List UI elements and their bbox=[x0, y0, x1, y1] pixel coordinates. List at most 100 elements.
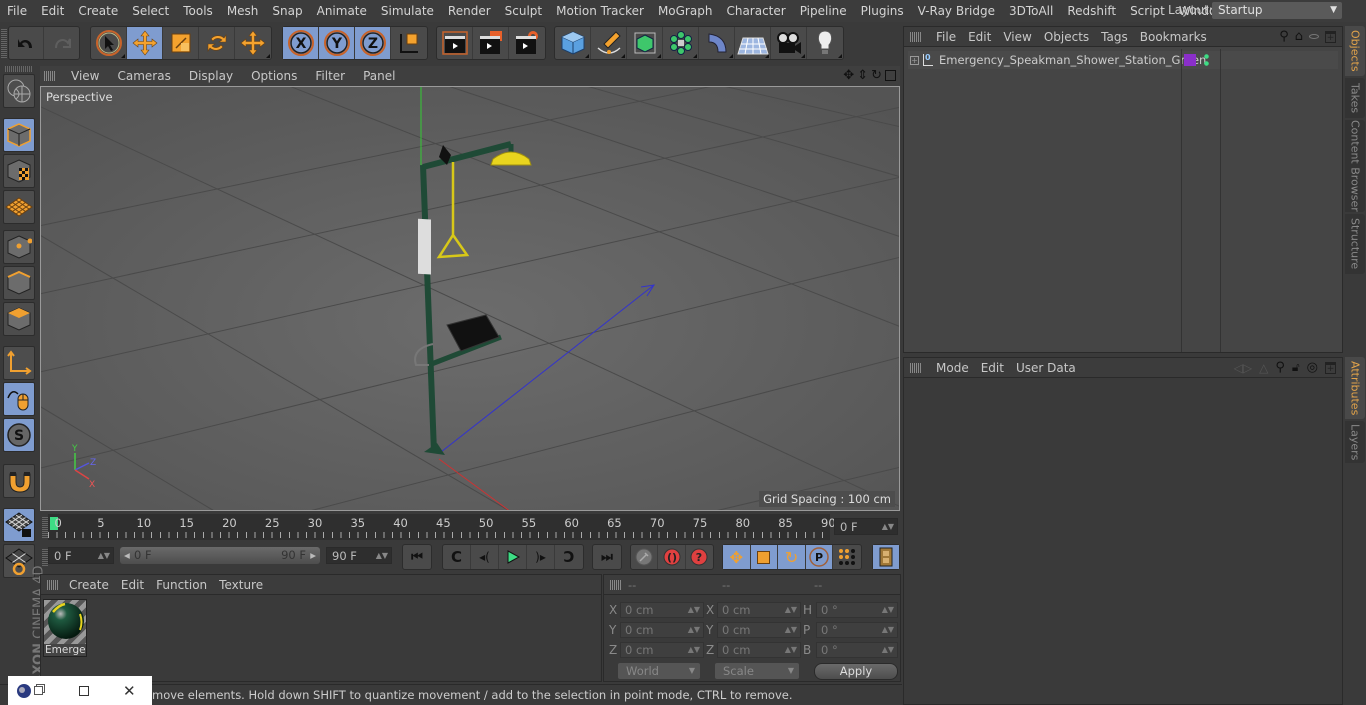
material-menu-texture[interactable]: Texture bbox=[213, 578, 269, 592]
menu-tools[interactable]: Tools bbox=[176, 4, 220, 18]
menu-mograph[interactable]: MoGraph bbox=[651, 4, 720, 18]
current-frame-field[interactable]: 0 F ▲▼ bbox=[834, 518, 898, 535]
live-selection-button[interactable] bbox=[91, 27, 127, 59]
menu-file[interactable]: File bbox=[0, 4, 34, 18]
start-frame-field[interactable]: 0 F ▲▼ bbox=[48, 547, 114, 564]
play-button[interactable] bbox=[499, 545, 527, 569]
tab-layers[interactable]: Layers bbox=[1345, 421, 1365, 463]
material-menu-edit[interactable]: Edit bbox=[115, 578, 150, 592]
new-panel-icon[interactable]: + bbox=[1325, 30, 1336, 43]
tab-objects[interactable]: Objects bbox=[1345, 26, 1365, 76]
up-arrow-icon[interactable]: △ bbox=[1259, 361, 1268, 375]
menu-mesh[interactable]: Mesh bbox=[220, 4, 266, 18]
viewport-menu-options[interactable]: Options bbox=[242, 69, 306, 83]
key-pla-button[interactable] bbox=[833, 545, 861, 569]
timeline-ruler[interactable]: 0 5 10 15 20 25 30 35 40 45 50 55 60 65 70 75 80 85 90 bbox=[48, 514, 836, 540]
range-right-arrow-icon[interactable]: ▸ bbox=[310, 547, 316, 564]
autokey-button[interactable]: () bbox=[658, 545, 686, 569]
menu-redshift[interactable]: Redshift bbox=[1060, 4, 1123, 18]
menu-simulate[interactable]: Simulate bbox=[374, 4, 441, 18]
target-icon[interactable]: ◎ bbox=[1307, 360, 1318, 375]
menu-character[interactable]: Character bbox=[719, 4, 792, 18]
workplane-snap-button[interactable] bbox=[3, 544, 35, 578]
camera-label[interactable]: Perspective bbox=[43, 89, 116, 105]
viewport-layout-icon[interactable] bbox=[885, 70, 896, 81]
frame-range-slider[interactable]: ◂ 0 F 90 F ▸ bbox=[120, 547, 320, 564]
size-y-field[interactable]: 0 cm ▲▼ bbox=[717, 622, 801, 638]
objects-grip[interactable] bbox=[910, 31, 922, 42]
restore-window-icon[interactable] bbox=[34, 686, 43, 695]
layout-select[interactable]: Startup ▼ bbox=[1212, 2, 1342, 19]
expand-icon[interactable]: + bbox=[910, 55, 919, 65]
axis-mode-button[interactable] bbox=[3, 346, 35, 380]
tab-attributes[interactable]: Attributes bbox=[1345, 357, 1365, 419]
viewport-pan-icon[interactable]: ✥ bbox=[843, 68, 854, 83]
menu-sculpt[interactable]: Sculpt bbox=[498, 4, 549, 18]
deformer-button[interactable] bbox=[699, 27, 735, 59]
object-row[interactable]: + 0 Emergency_Speakman_Shower_Station_Gr… bbox=[908, 51, 1338, 69]
model-mode-button[interactable] bbox=[3, 118, 35, 152]
camera-button[interactable] bbox=[771, 27, 807, 59]
menu-create[interactable]: Create bbox=[71, 4, 125, 18]
attributes-menu-mode[interactable]: Mode bbox=[930, 361, 975, 375]
pen-button[interactable] bbox=[591, 27, 627, 59]
size-x-field[interactable]: 0 cm ▲▼ bbox=[717, 602, 801, 618]
layer-color-swatch[interactable] bbox=[1184, 54, 1196, 66]
lock-workplane-button[interactable] bbox=[3, 508, 35, 542]
rot-h-field[interactable]: 0 ° ▲▼ bbox=[816, 602, 898, 618]
tab-takes[interactable]: Takes bbox=[1345, 78, 1365, 118]
visibility-dots-icon[interactable] bbox=[1204, 53, 1209, 67]
material-menu-create[interactable]: Create bbox=[63, 578, 115, 592]
menu-select[interactable]: Select bbox=[125, 4, 176, 18]
timeline-window-button[interactable] bbox=[873, 545, 899, 569]
key-parameter-button[interactable]: P bbox=[805, 545, 834, 569]
prev-key-button[interactable]: C bbox=[443, 545, 471, 569]
make-editable-button[interactable] bbox=[3, 74, 35, 108]
menu-snap[interactable]: Snap bbox=[265, 4, 309, 18]
scale-button[interactable] bbox=[163, 27, 199, 59]
next-key-button[interactable]: Ↄ bbox=[555, 545, 583, 569]
texture-mode-button[interactable] bbox=[3, 154, 35, 188]
attributes-grip[interactable] bbox=[910, 362, 922, 373]
object-name[interactable]: Emergency_Speakman_Shower_Station_Green bbox=[939, 53, 1206, 67]
snap-button[interactable] bbox=[3, 464, 35, 498]
menu-pipeline[interactable]: Pipeline bbox=[793, 4, 854, 18]
z-axis-button[interactable]: Z bbox=[355, 27, 391, 59]
objects-menu-file[interactable]: File bbox=[930, 30, 962, 44]
prev-frame-button[interactable]: ◂( bbox=[471, 545, 499, 569]
viewport-dolly-icon[interactable]: ⇕ bbox=[857, 68, 868, 83]
cube-button[interactable] bbox=[555, 27, 591, 59]
material-item[interactable]: Emerger bbox=[43, 599, 87, 657]
render-view-button[interactable] bbox=[437, 27, 473, 59]
move-button[interactable] bbox=[127, 27, 163, 59]
pos-y-field[interactable]: 0 cm ▲▼ bbox=[620, 622, 704, 638]
menu-plugins[interactable]: Plugins bbox=[854, 4, 911, 18]
menu-render[interactable]: Render bbox=[441, 4, 498, 18]
menu-3dtoall[interactable]: 3DToAll bbox=[1002, 4, 1060, 18]
search-icon[interactable]: ⚲ bbox=[1275, 360, 1285, 375]
goto-end-button[interactable]: ⏭ bbox=[593, 545, 621, 569]
undo-button[interactable] bbox=[9, 27, 45, 59]
coord-mode-select[interactable]: World ▼ bbox=[618, 663, 700, 679]
size-z-field[interactable]: 0 cm ▲▼ bbox=[717, 642, 801, 658]
objects-menu-tags[interactable]: Tags bbox=[1095, 30, 1134, 44]
render-settings-button[interactable] bbox=[509, 27, 545, 59]
objects-menu-objects[interactable]: Objects bbox=[1038, 30, 1095, 44]
coord-grip[interactable] bbox=[610, 579, 622, 590]
goto-start-button[interactable]: ⏮ bbox=[403, 545, 431, 569]
attributes-menu-edit[interactable]: Edit bbox=[975, 361, 1010, 375]
key-scale-button[interactable] bbox=[750, 545, 779, 569]
objects-menu-edit[interactable]: Edit bbox=[962, 30, 997, 44]
home-icon[interactable]: ⌂ bbox=[1295, 29, 1303, 44]
polygons-mode-button[interactable] bbox=[3, 302, 35, 336]
floor-button[interactable] bbox=[735, 27, 771, 59]
end-frame-field[interactable]: 90 F ▲▼ bbox=[326, 547, 392, 564]
menu-motion-tracker[interactable]: Motion Tracker bbox=[549, 4, 651, 18]
viewport-menu-panel[interactable]: Panel bbox=[354, 69, 404, 83]
close-window-icon[interactable]: ✕ bbox=[123, 682, 136, 700]
tab-content-browser[interactable]: Content Browser bbox=[1345, 120, 1365, 212]
objects-menu-view[interactable]: View bbox=[997, 30, 1037, 44]
layer-toggle-icon[interactable] bbox=[1309, 34, 1319, 39]
apply-button[interactable]: Apply bbox=[814, 663, 898, 680]
y-axis-button[interactable]: Y bbox=[319, 27, 355, 59]
